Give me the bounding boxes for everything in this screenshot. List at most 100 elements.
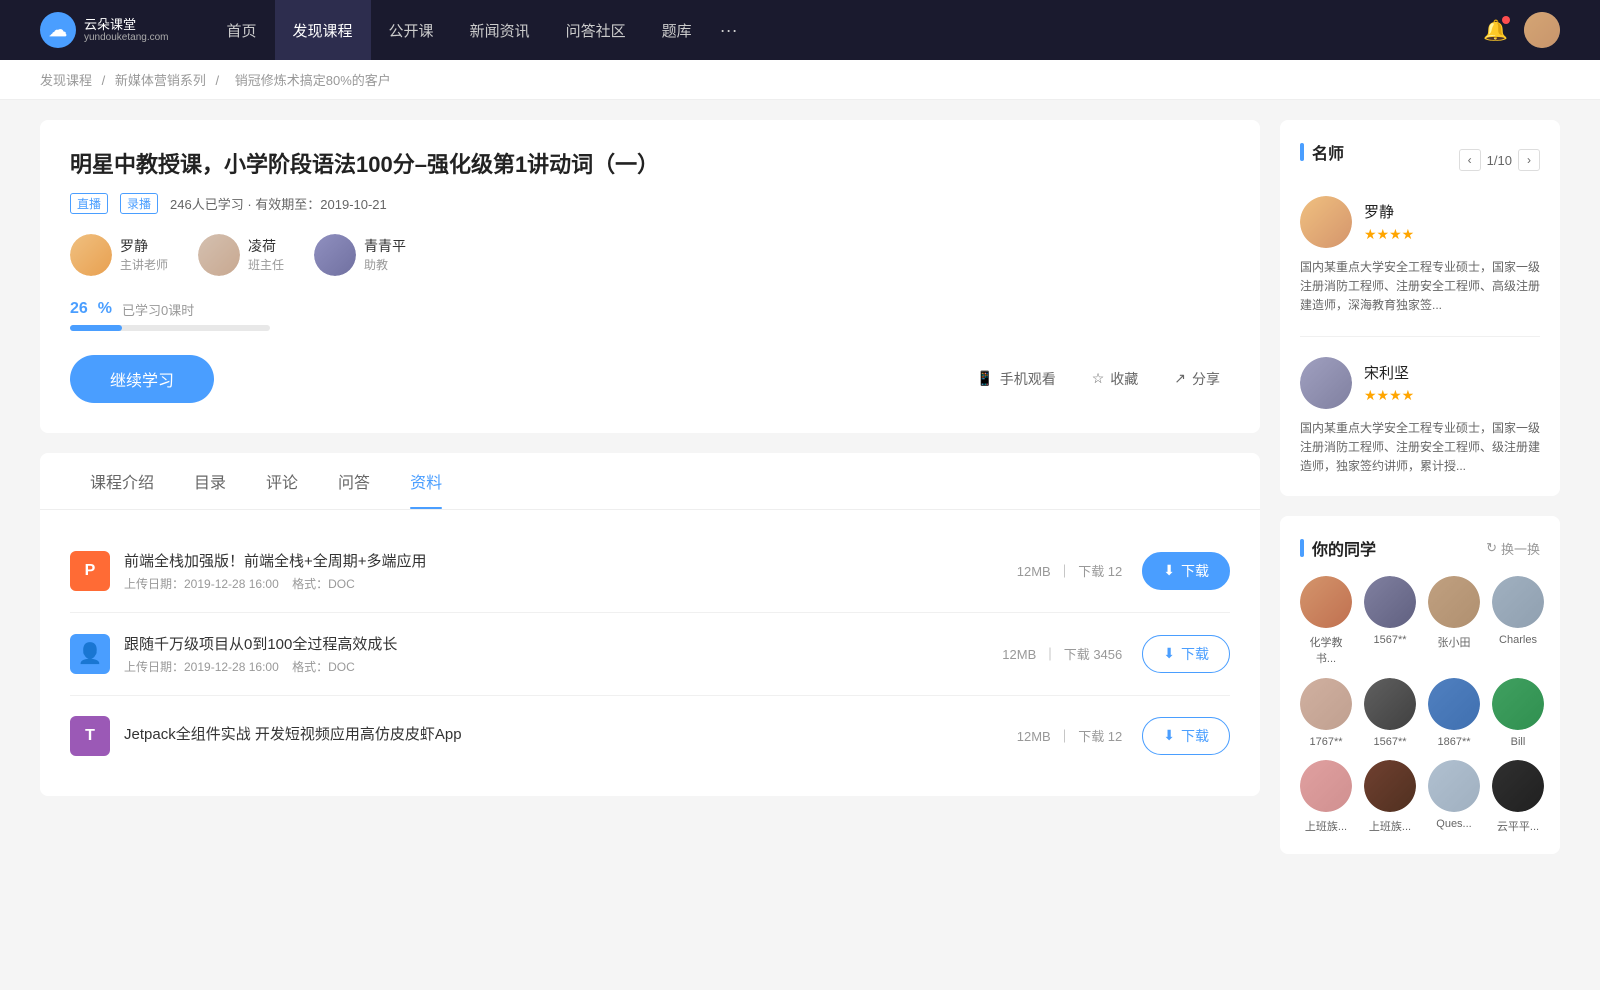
- teacher-name-2: 宋利坚: [1364, 362, 1414, 383]
- nav-public[interactable]: 公开课: [371, 0, 452, 60]
- progress-bar-bg: [70, 325, 270, 331]
- course-actions: 继续学习 📱 手机观看 ☆ 收藏 ↗ 分享: [70, 355, 1230, 403]
- classmate-7[interactable]: 1867**: [1428, 678, 1480, 748]
- nav-discover[interactable]: 发现课程: [275, 0, 371, 60]
- teacher-details-2: 宋利坚 ★★★★: [1364, 362, 1414, 404]
- download-button-2[interactable]: ⬇ 下载: [1142, 635, 1230, 673]
- instructor-avatar-3: [314, 234, 356, 276]
- nav-qa[interactable]: 问答社区: [548, 0, 644, 60]
- progress-header: 26 % 已学习0课时: [70, 300, 1230, 319]
- tab-qa[interactable]: 问答: [318, 453, 390, 509]
- instructor-avatar-img-2: [198, 234, 240, 276]
- nav-more[interactable]: ···: [710, 0, 748, 60]
- resource-downloads-2: 下载 3456: [1064, 647, 1123, 662]
- instructor-avatar-1: [70, 234, 112, 276]
- teachers-prev-btn[interactable]: ‹: [1459, 149, 1481, 171]
- classmate-6[interactable]: 1567**: [1364, 678, 1416, 748]
- classmate-1[interactable]: 化学教书...: [1300, 576, 1352, 666]
- nav-home[interactable]: 首页: [209, 0, 275, 60]
- breadcrumb-home[interactable]: 发现课程: [40, 73, 92, 88]
- resource-info-2: 跟随千万级项目从0到100全过程高效成长 上传日期：2019-12-28 16:…: [124, 633, 1002, 675]
- classmate-avatar-8: [1492, 678, 1544, 730]
- classmate-9[interactable]: 上班族...: [1300, 760, 1352, 834]
- classmate-8[interactable]: Bill: [1492, 678, 1544, 748]
- mobile-watch-button[interactable]: 📱 手机观看: [966, 363, 1065, 395]
- notification-dot: [1502, 16, 1510, 24]
- teachers-title: 名师: [1300, 140, 1344, 164]
- resource-size-1: 12MB: [1017, 564, 1051, 579]
- classmate-name-2: 1567**: [1373, 634, 1406, 646]
- progress-label: 已学习0课时: [122, 300, 194, 319]
- classmate-avatar-6: [1364, 678, 1416, 730]
- teacher-stars-1: ★★★★: [1364, 226, 1414, 243]
- user-avatar[interactable]: [1524, 12, 1560, 48]
- classmate-4[interactable]: Charles: [1492, 576, 1544, 666]
- classmate-10[interactable]: 上班族...: [1364, 760, 1416, 834]
- classmate-img-2: [1364, 576, 1416, 628]
- classmate-avatar-3: [1428, 576, 1480, 628]
- classmate-12[interactable]: 云平平...: [1492, 760, 1544, 834]
- favorite-label: 收藏: [1110, 369, 1138, 389]
- teacher-details-1: 罗静 ★★★★: [1364, 201, 1414, 243]
- resource-icon-2: 👤: [70, 634, 110, 674]
- resource-size-3: 12MB: [1017, 729, 1051, 744]
- teacher-avatar-1: [1300, 196, 1352, 248]
- teacher-avatar-img-1: [1300, 196, 1352, 248]
- classmate-2[interactable]: 1567**: [1364, 576, 1416, 666]
- nav-quiz[interactable]: 题库: [644, 0, 710, 60]
- logo[interactable]: ☁ 云朵课堂 yundouketang.com: [40, 12, 169, 48]
- teachers-next-btn[interactable]: ›: [1518, 149, 1540, 171]
- classmate-avatar-12: [1492, 760, 1544, 812]
- classmate-11[interactable]: Ques...: [1428, 760, 1480, 834]
- progress-pct: 26: [70, 300, 88, 318]
- download-button-3[interactable]: ⬇ 下载: [1142, 717, 1230, 755]
- instructor-name-2: 凌荷: [248, 236, 284, 256]
- sidebar: 名师 ‹ 1/10 › 罗静 ★★★★: [1280, 120, 1560, 874]
- resource-title-3: Jetpack全组件实战 开发短视频应用高仿皮皮虾App: [124, 723, 1017, 744]
- classmate-name-4: Charles: [1499, 634, 1537, 646]
- classmates-card: 你的同学 ↻ 换一换 化学教书... 1567**: [1280, 516, 1560, 854]
- classmates-title: 你的同学: [1300, 536, 1376, 560]
- tabs-header: 课程介绍 目录 评论 问答 资料: [40, 453, 1260, 510]
- refresh-btn[interactable]: ↻ 换一换: [1486, 539, 1540, 558]
- classmate-avatar-9: [1300, 760, 1352, 812]
- resource-meta-2: 上传日期：2019-12-28 16:00 格式：DOC: [124, 658, 1002, 675]
- share-button[interactable]: ↗ 分享: [1164, 363, 1230, 395]
- classmate-img-4: [1492, 576, 1544, 628]
- classmate-name-8: Bill: [1511, 736, 1526, 748]
- resource-downloads-3: 下载 12: [1078, 729, 1122, 744]
- classmate-name-3: 张小田: [1438, 634, 1471, 650]
- breadcrumb-sep1: /: [102, 73, 109, 88]
- resource-info-1: 前端全栈加强版！前端全栈+全周期+多端应用 上传日期：2019-12-28 16…: [124, 550, 1017, 592]
- resource-downloads-1: 下载 12: [1078, 564, 1122, 579]
- tab-catalog[interactable]: 目录: [174, 453, 246, 509]
- tab-resources[interactable]: 资料: [390, 453, 462, 509]
- tab-intro[interactable]: 课程介绍: [70, 453, 174, 509]
- resource-icon-3: T: [70, 716, 110, 756]
- resource-icon-1: P: [70, 551, 110, 591]
- bell-icon[interactable]: 🔔: [1483, 18, 1508, 43]
- resource-item-3: T Jetpack全组件实战 开发短视频应用高仿皮皮虾App 12MB ｜ 下载…: [70, 696, 1230, 776]
- tag-record: 录播: [120, 193, 158, 214]
- classmates-header: 你的同学 ↻ 换一换: [1300, 536, 1540, 560]
- classmate-3[interactable]: 张小田: [1428, 576, 1480, 666]
- teacher-item-2: 宋利坚 ★★★★ 国内某重点大学安全工程专业硕士，国家一级注册消防工程师、注册安…: [1300, 357, 1540, 477]
- teacher-header-2: 宋利坚 ★★★★: [1300, 357, 1540, 409]
- instructor-avatar-img-3: [314, 234, 356, 276]
- classmate-img-5: [1300, 678, 1352, 730]
- instructor-name-3: 青青平: [364, 236, 406, 256]
- classmate-5[interactable]: 1767**: [1300, 678, 1352, 748]
- classmate-img-7: [1428, 678, 1480, 730]
- breadcrumb-series[interactable]: 新媒体营销系列: [115, 73, 206, 88]
- instructor-avatar-2: [198, 234, 240, 276]
- star-icon: ☆: [1092, 370, 1105, 387]
- download-icon-3: ⬇: [1163, 727, 1175, 744]
- mobile-icon: 📱: [976, 370, 993, 387]
- continue-button[interactable]: 继续学习: [70, 355, 214, 403]
- download-button-1[interactable]: ⬇ 下载: [1142, 552, 1230, 590]
- favorite-button[interactable]: ☆ 收藏: [1082, 363, 1149, 395]
- tab-comments[interactable]: 评论: [246, 453, 318, 509]
- nav-news[interactable]: 新闻资讯: [452, 0, 548, 60]
- teacher-avatar-2: [1300, 357, 1352, 409]
- classmate-img-1: [1300, 576, 1352, 628]
